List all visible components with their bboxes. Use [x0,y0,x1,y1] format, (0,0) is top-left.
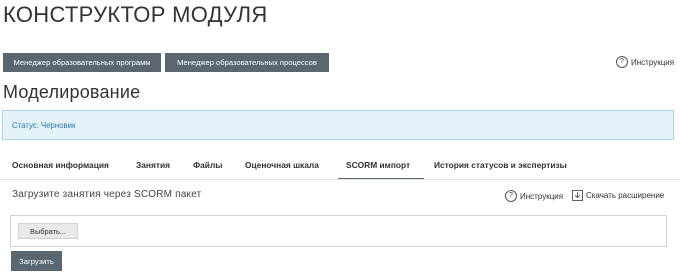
tabs-bar: Основная информация Занятия Файлы Оценоч… [0,154,680,180]
choose-file-button[interactable]: Выбрать... [18,223,78,239]
download-extension-link[interactable]: Скачать расширение [572,190,664,201]
question-circle-icon: ? [616,56,628,68]
file-input-container: Выбрать... [10,215,667,247]
processes-manager-button[interactable]: Менеджер образовательных процессов [165,53,329,72]
tab-main-info[interactable]: Основная информация [12,160,109,170]
download-extension-label: Скачать расширение [586,191,665,200]
section-title: Моделирование [3,82,141,102]
programs-manager-button[interactable]: Менеджер образовательных программ [3,53,161,72]
tab-scorm-import[interactable]: SCORM импорт [346,160,410,170]
scorm-help-label: Инструкция [520,191,564,201]
tab-files[interactable]: Файлы [193,160,222,170]
tab-status-history[interactable]: История статусов и экспертизы [434,160,567,170]
tab-lessons[interactable]: Занятия [136,160,170,170]
status-banner: Статус: Черновик [2,110,674,140]
page-title: КОНСТРУКТОР МОДУЛЯ [3,2,268,27]
scorm-heading: Загрузите занятия через SCORM пакет [12,189,202,200]
scorm-help-link[interactable]: ? Инструкция [505,190,563,202]
upload-button[interactable]: Загрузить [11,251,62,271]
top-help-link[interactable]: ? Инструкция [616,56,674,68]
question-circle-icon: ? [505,190,517,202]
tab-grading-scale[interactable]: Оценочная шкала [245,160,319,170]
tabs-divider [0,179,680,180]
top-help-label: Инструкция [631,57,675,67]
status-text: Статус: Черновик [12,120,76,130]
download-icon [572,190,583,201]
